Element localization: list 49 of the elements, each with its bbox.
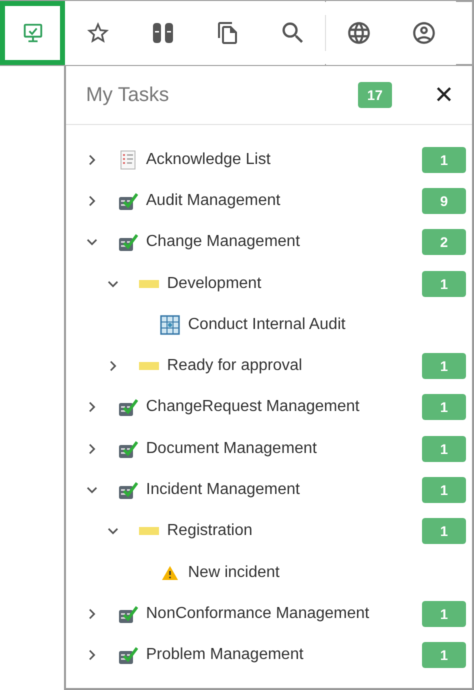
count-badge: 1 xyxy=(422,270,466,297)
count-badge: 1 xyxy=(422,146,466,173)
tree-item-label[interactable]: Development xyxy=(167,274,422,293)
folder-icon xyxy=(139,362,159,370)
panel-title: My Tasks xyxy=(86,84,170,106)
count-badge: 1 xyxy=(422,518,466,544)
tree-item-label[interactable]: Registration xyxy=(167,522,422,540)
count-badge: 1 xyxy=(422,353,466,380)
count-badge: 17 xyxy=(358,82,392,108)
account-icon xyxy=(410,20,436,46)
warning-icon xyxy=(161,564,179,581)
tree-item-label[interactable]: NonConformance Management xyxy=(146,604,422,623)
process-check-icon xyxy=(118,604,138,624)
tree-item-label[interactable]: Acknowledge List xyxy=(146,150,422,169)
tree-item-label[interactable]: New incident xyxy=(188,564,466,582)
count-badge: 9 xyxy=(422,188,466,214)
grid-icon xyxy=(160,314,180,335)
count-badge: 2 xyxy=(422,229,466,256)
toolbar-button[interactable] xyxy=(260,1,325,65)
tree-item-label[interactable]: Ready for approval xyxy=(167,357,422,376)
process-check-icon xyxy=(118,190,138,211)
count-badge: 1 xyxy=(422,436,466,462)
columns-icon xyxy=(152,21,174,45)
count-badge: 1 xyxy=(422,642,466,668)
process-check-icon xyxy=(118,480,138,500)
process-check-icon xyxy=(118,397,138,418)
process-check-icon xyxy=(118,645,138,666)
count-badge: 1 xyxy=(422,477,466,504)
tree-item-label[interactable]: Problem Management xyxy=(146,646,422,664)
close-button[interactable]: ✕ xyxy=(432,81,456,109)
tree-item-label[interactable]: Document Management xyxy=(146,440,422,458)
globe-icon xyxy=(346,20,372,46)
folder-icon xyxy=(139,527,159,536)
tree-item-label[interactable]: Incident Management xyxy=(146,481,422,500)
tree-item-label[interactable]: Audit Management xyxy=(146,192,422,210)
tree-item-label[interactable]: Conduct Internal Audit xyxy=(188,316,466,334)
folder-icon xyxy=(139,280,159,288)
monitor-check-icon xyxy=(22,22,44,44)
copy-icon xyxy=(216,21,240,45)
count-badge: 1 xyxy=(422,600,466,627)
count-badge: 1 xyxy=(422,394,466,420)
process-check-icon xyxy=(118,438,138,459)
checklist-icon xyxy=(120,150,136,170)
tree-item-label[interactable]: ChangeRequest Management xyxy=(146,398,422,416)
process-check-icon xyxy=(118,232,138,252)
toolbar-button[interactable] xyxy=(0,1,65,65)
toolbar-button[interactable] xyxy=(65,1,130,65)
toolbar-button[interactable] xyxy=(326,1,391,65)
tree-item-label[interactable]: Change Management xyxy=(146,233,422,252)
